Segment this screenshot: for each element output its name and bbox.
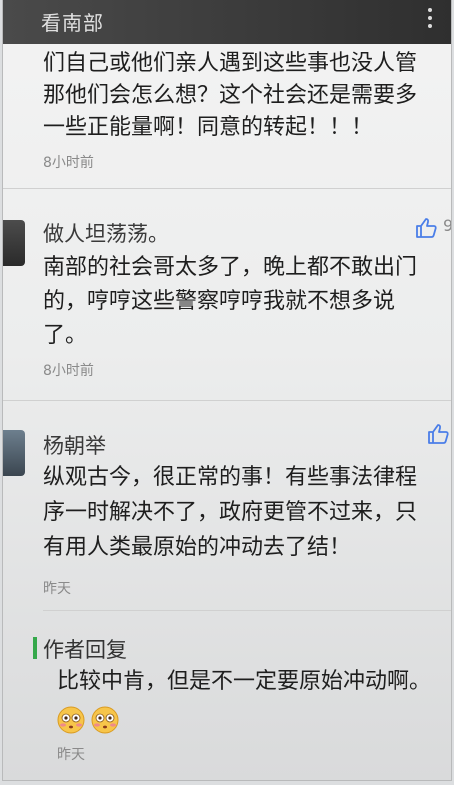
comment-3-time: 昨天 [43, 581, 71, 597]
author-reply-time: 昨天 [57, 747, 85, 763]
thumbs-up-icon[interactable] [427, 422, 451, 446]
comment-2-line-3: 了。 [43, 323, 88, 348]
flushed-face-icon [91, 706, 119, 734]
comment-1-line-3: 一些正能量啊！同意的转起！！！ [43, 115, 374, 140]
author-reply-label: 作者回复 [33, 634, 127, 664]
comment-1-line-2: 那他们会怎么想？这个社会还是需要多 [43, 83, 418, 108]
comment-3-line-2: 序一时解决不了，政府更管不过来，只 [43, 500, 418, 525]
comment-2-line-1: 南部的社会哥太多了，晚上都不敢出门 [43, 255, 418, 280]
author-reply-text: 比较中肯，但是不一定要原始冲动啊。 [57, 669, 432, 694]
avatar[interactable] [3, 220, 25, 266]
comment-2-author[interactable]: 做人坦荡荡。 [43, 218, 169, 248]
divider [3, 188, 451, 189]
top-bar: 看南部 [3, 0, 451, 44]
comment-1-time: 8小时前 [43, 155, 94, 171]
comment-2-time: 8小时前 [43, 363, 94, 379]
comment-3-line-1: 纵观古今，很正常的事！有些事法律程 [43, 465, 418, 490]
comment-1-line-1: 们自己或他们亲人遇到这些事也没人管 [43, 51, 418, 76]
avatar[interactable] [3, 430, 25, 476]
comment-2-like-count: 9 [443, 216, 451, 235]
divider [3, 400, 451, 401]
comment-3-author[interactable]: 杨朝举 [43, 430, 106, 460]
comment-3-line-3: 有用人类最原始的冲动去了结！ [43, 535, 352, 560]
flushed-face-icon [57, 706, 85, 734]
comment-2-line-2: 的，哼哼这些警察哼哼我就不想多说 [43, 289, 396, 314]
page-title: 看南部 [41, 11, 104, 35]
thumbs-up-icon[interactable] [415, 216, 439, 240]
more-options-icon[interactable] [421, 4, 439, 34]
divider [43, 610, 451, 611]
article-comments-screen: 看南部 们自己或他们亲人遇到这些事也没人管 那他们会怎么想？这个社会还是需要多 … [3, 0, 451, 780]
